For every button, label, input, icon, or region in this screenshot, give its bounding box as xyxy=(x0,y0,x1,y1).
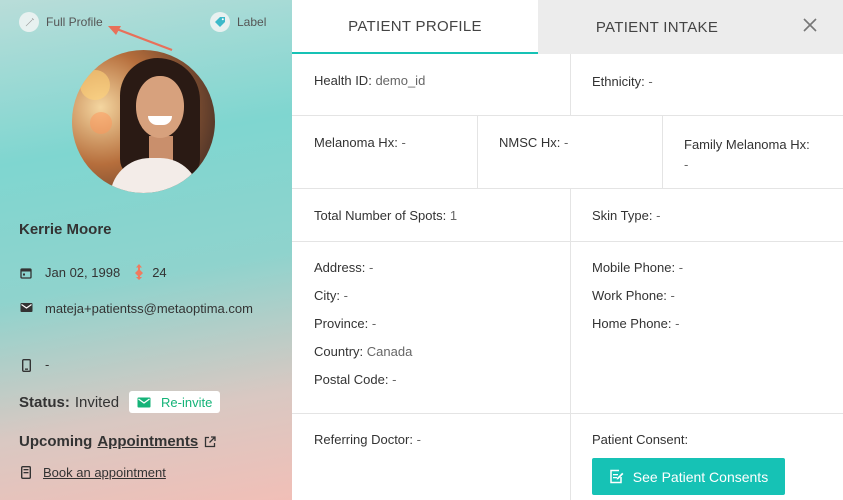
patient-sidebar: Full Profile Label Kerrie Moore Jan 02, … xyxy=(0,0,292,500)
status-row: Status: Invited Re-invite xyxy=(19,391,221,413)
mobile-label: Mobile Phone: xyxy=(592,260,676,275)
province-line: Province: - xyxy=(314,310,548,338)
address-line: Address: - xyxy=(314,254,548,282)
home-label: Home Phone: xyxy=(592,316,672,331)
email-value[interactable]: mateja+patientss@metaoptima.com xyxy=(45,300,265,318)
avatar xyxy=(72,50,215,193)
appointment-book-icon xyxy=(19,466,33,479)
address-value: - xyxy=(368,260,374,275)
profile-row-ids: Health ID: demo_id Ethnicity: - xyxy=(292,54,843,116)
dob-row: Jan 02, 1998 24 xyxy=(19,264,167,280)
postal-value: - xyxy=(392,372,397,387)
gender-icon xyxy=(134,264,144,280)
email-row: mateja+patientss@metaoptima.com xyxy=(19,300,279,318)
phone-icon xyxy=(19,359,33,372)
spots-value: 1 xyxy=(449,208,458,223)
nmsc-value: - xyxy=(564,135,569,150)
envelope-icon xyxy=(19,302,33,313)
upcoming-label: Upcoming xyxy=(19,433,93,450)
phones-cell: Mobile Phone: - Work Phone: - Home Phone… xyxy=(570,242,843,413)
close-icon xyxy=(802,17,818,38)
book-appointment-row[interactable]: Book an appointment xyxy=(19,465,166,480)
spots-cell: Total Number of Spots: 1 xyxy=(292,189,570,241)
see-patient-consents-button[interactable]: See Patient Consents xyxy=(592,458,785,495)
mobile-line: Mobile Phone: - xyxy=(592,254,821,282)
address-label: Address: xyxy=(314,260,366,275)
health-id-cell: Health ID: demo_id xyxy=(292,54,570,115)
work-line: Work Phone: - xyxy=(592,282,821,310)
ethnicity-value: - xyxy=(648,74,653,89)
spots-label: Total Number of Spots: xyxy=(314,208,447,223)
skin-type-value: - xyxy=(656,208,661,223)
skin-type-label: Skin Type: xyxy=(592,208,653,223)
referring-label: Referring Doctor: xyxy=(314,432,413,447)
appointments-link[interactable]: Appointments xyxy=(97,433,198,450)
health-id-label: Health ID: xyxy=(314,73,372,88)
tab-patient-intake[interactable]: PATIENT INTAKE xyxy=(538,0,776,54)
province-value: - xyxy=(371,316,377,331)
consent-label: Patient Consent: xyxy=(592,432,689,447)
city-value: - xyxy=(343,288,348,303)
nmsc-label: NMSC Hx: xyxy=(499,135,561,150)
label-link[interactable]: Label xyxy=(210,12,266,32)
nmsc-cell: NMSC Hx: - xyxy=(477,116,662,188)
reinvite-label: Re-invite xyxy=(161,394,213,410)
postal-line: Postal Code: - xyxy=(314,366,548,394)
age-value: 24 xyxy=(152,264,167,280)
skin-type-cell: Skin Type: - xyxy=(570,189,843,241)
calendar-icon xyxy=(19,267,33,279)
family-melanoma-label: Family Melanoma Hx: xyxy=(684,137,810,152)
ethnicity-cell: Ethnicity: - xyxy=(570,54,843,115)
ethnicity-label: Ethnicity: xyxy=(592,74,645,89)
status-label: Status: xyxy=(19,393,70,411)
city-line: City: - xyxy=(314,282,548,310)
patient-name: Kerrie Moore xyxy=(19,221,112,238)
tag-icon xyxy=(210,12,230,32)
phone-row: - xyxy=(19,357,49,372)
dob-value: Jan 02, 1998 xyxy=(45,264,121,280)
close-button[interactable] xyxy=(776,0,843,54)
postal-label: Postal Code: xyxy=(314,372,389,387)
tab-bar: PATIENT PROFILE PATIENT INTAKE xyxy=(292,0,843,54)
referring-cell: Referring Doctor: - xyxy=(292,414,570,500)
referring-value: - xyxy=(416,432,421,447)
book-appointment-link[interactable]: Book an appointment xyxy=(43,465,166,480)
family-melanoma-value: - xyxy=(684,157,689,172)
mobile-value: - xyxy=(678,260,684,275)
profile-row-contact: Address: - City: - Province: - Country: … xyxy=(292,242,843,414)
country-line: Country: Canada xyxy=(314,338,548,366)
city-label: City: xyxy=(314,288,340,303)
health-id-value: demo_id xyxy=(375,73,426,88)
province-label: Province: xyxy=(314,316,369,331)
family-melanoma-cell: Family Melanoma Hx: - xyxy=(662,116,843,188)
melanoma-label: Melanoma Hx: xyxy=(314,135,398,150)
work-label: Work Phone: xyxy=(592,288,667,303)
profile-row-spots: Total Number of Spots: 1 Skin Type: - xyxy=(292,189,843,242)
country-label: Country: xyxy=(314,344,364,359)
melanoma-cell: Melanoma Hx: - xyxy=(292,116,477,188)
status-value: Invited xyxy=(74,393,120,411)
envelope-icon xyxy=(137,397,151,408)
reinvite-button[interactable]: Re-invite xyxy=(129,391,221,413)
work-value: - xyxy=(670,288,675,303)
pencil-icon xyxy=(19,12,39,32)
full-profile-link[interactable]: Full Profile xyxy=(19,12,103,32)
melanoma-value: - xyxy=(401,135,406,150)
tab-patient-profile[interactable]: PATIENT PROFILE xyxy=(292,0,538,54)
home-line: Home Phone: - xyxy=(592,310,821,338)
address-cell: Address: - City: - Province: - Country: … xyxy=(292,242,570,413)
patient-profile-panel: Health ID: demo_id Ethnicity: - Melanoma… xyxy=(292,54,843,500)
see-patient-consents-label: See Patient Consents xyxy=(632,468,769,485)
home-value: - xyxy=(675,316,680,331)
full-profile-label: Full Profile xyxy=(46,15,103,29)
upcoming-appointments-heading: Upcoming Appointments xyxy=(19,433,216,450)
phone-value: - xyxy=(45,357,50,372)
external-link-icon[interactable] xyxy=(204,435,216,448)
profile-row-history: Melanoma Hx: - NMSC Hx: - Family Melanom… xyxy=(292,116,843,189)
label-text: Label xyxy=(237,15,267,29)
country-value: Canada xyxy=(366,344,413,359)
edit-note-icon xyxy=(609,469,624,484)
